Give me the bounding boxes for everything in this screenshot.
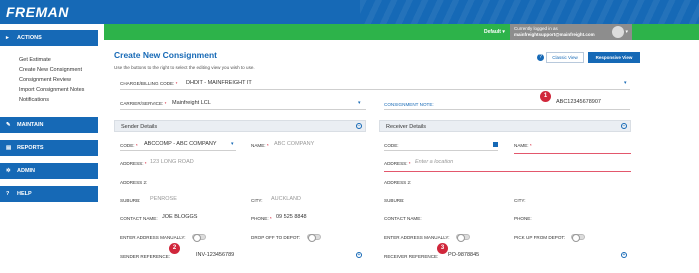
avatar[interactable] [612, 26, 624, 38]
sidebar-link-import-notes[interactable]: Import Consignment Notes [19, 87, 84, 93]
sender-phone-label: PHONE: * [251, 216, 272, 221]
sender-address2-label: ADDRESS 2: [120, 180, 148, 185]
sender-phone-field[interactable]: 09 525 8848 [276, 214, 307, 220]
sidebar-link-consignment-review[interactable]: Consignment Review [19, 77, 71, 83]
charge-code-select[interactable]: DHDIT - MAINFREIGHT IT [186, 80, 252, 86]
sidebar-maintain[interactable]: ✎ MAINTAIN [0, 117, 98, 133]
sidebar-actions[interactable]: ▸ ACTIONS [0, 30, 98, 46]
sender-manual-label: ENTER ADDRESS MANUALLY: [120, 235, 186, 240]
chevron-down-icon: ▾ [231, 141, 234, 147]
consignment-note-field[interactable]: ABC12345678907 [556, 99, 601, 105]
divider [120, 109, 366, 110]
divider [384, 109, 630, 110]
receiver-address2-label: ADDRESS 2: [384, 180, 412, 185]
sender-reference-field[interactable]: INV-123456789 [196, 252, 234, 258]
gear-icon: ✲ [6, 168, 11, 174]
receiver-address-label: ADDRESS: * [384, 161, 411, 166]
pencil-icon: ✎ [6, 122, 11, 128]
receiver-manual-label: ENTER ADDRESS MANUALLY: [384, 235, 450, 240]
divider [384, 171, 631, 172]
receiver-manual-toggle[interactable] [456, 234, 470, 242]
chevron-down-icon: ▾ [625, 29, 628, 35]
divider [384, 150, 498, 151]
sender-manual-toggle[interactable] [192, 234, 206, 242]
sidebar-link-notifications[interactable]: Notifications [19, 97, 49, 103]
question-icon[interactable]: ? [537, 54, 544, 61]
sender-suburb-field[interactable]: PENROSE [150, 196, 177, 202]
sender-city-field[interactable]: AUCKLAND [271, 196, 301, 202]
dropoff-toggle[interactable] [307, 234, 321, 242]
sender-suburb-label: SUBURB: [120, 198, 141, 203]
sender-reference-label: SENDER REFERENCE: [120, 254, 171, 259]
callout-badge-3: 3 [437, 243, 448, 254]
divider [120, 89, 630, 90]
sender-address-field[interactable]: 123 LONG ROAD [150, 159, 194, 165]
carrier-label: CARRIER/SERVICE: * [120, 101, 167, 106]
collapse-icon[interactable]: − [621, 123, 627, 129]
sender-name-label: NAME: * [251, 143, 269, 148]
sidebar-help[interactable]: ? HELP [0, 186, 98, 202]
carrier-select[interactable]: Mainfreight LCL [172, 100, 211, 106]
receiver-city-label: CITY: [514, 198, 526, 203]
receiver-reference-label: RECEIVER REFERENCE: [384, 254, 439, 259]
receiver-address-field[interactable]: Enter a location [415, 159, 453, 165]
receiver-phone-label: PHONE: [514, 216, 532, 221]
receiver-name-field[interactable] [514, 153, 631, 154]
receiver-name-label: NAME: * [514, 143, 532, 148]
user-email: mainfreightsupport@mainfreight.com [514, 32, 595, 37]
sender-contact-label: CONTACT NAME: [120, 216, 158, 221]
sender-details-header[interactable]: Sender Details [114, 120, 366, 132]
divider [120, 150, 236, 151]
collapse-icon[interactable]: − [356, 123, 362, 129]
main-content: Create New Consignment Use the buttons t… [104, 40, 699, 273]
sidebar: ▸ ACTIONS Get Estimate Create New Consign… [0, 24, 104, 273]
brand-logo[interactable]: FREMAN [6, 4, 69, 20]
sidebar-reports[interactable]: ▤ REPORTS [0, 140, 98, 156]
receiver-reference-field[interactable]: PO-9878845 [448, 252, 479, 258]
save-icon[interactable] [493, 142, 498, 147]
sender-code-select[interactable]: ABCCOMP - ABC COMPANY [144, 141, 217, 147]
callout-badge-2: 2 [169, 243, 180, 254]
chevron-down-icon: ▾ [624, 80, 627, 86]
chevron-right-icon: ▸ [6, 35, 9, 41]
sender-city-label: CITY: [251, 198, 263, 203]
pickup-label: PICK UP FROM DEPOT: [514, 235, 565, 240]
add-reference-icon[interactable]: + [356, 252, 362, 258]
page-title: Create New Consignment [114, 50, 217, 60]
dropoff-label: DROP OFF TO DEPOT: [251, 235, 301, 240]
sidebar-admin[interactable]: ✲ ADMIN [0, 163, 98, 179]
default-dropdown[interactable]: Default ▾ [480, 27, 509, 37]
receiver-suburb-label: SUBURB: [384, 198, 405, 203]
pickup-toggle[interactable] [571, 234, 585, 242]
sender-name-field[interactable]: ABC COMPANY [274, 141, 314, 147]
sender-address-label: ADDRESS: * [120, 161, 147, 166]
classic-view-button[interactable]: Classic View [546, 52, 584, 63]
consignment-note-label: CONSIGNMENT NOTE: [384, 102, 434, 107]
document-icon: ▤ [6, 145, 12, 151]
callout-badge-1: 1 [540, 91, 551, 102]
responsive-view-button[interactable]: Responsive View [588, 52, 640, 63]
help-icon: ? [6, 191, 10, 197]
receiver-contact-label: CONTACT NAME: [384, 216, 422, 221]
chevron-down-icon: ▾ [358, 100, 361, 106]
receiver-details-header[interactable]: Receiver Details [379, 120, 631, 132]
charge-code-label: CHARGE/BILLING CODE: * [120, 81, 178, 86]
sender-code-label: CODE: * [120, 143, 138, 148]
page-subtitle: Use the buttons to the right to select t… [114, 65, 255, 70]
header-pattern [360, 0, 699, 24]
receiver-code-label: CODE: [384, 143, 399, 148]
sender-contact-field[interactable]: JOE BLOGGS [162, 214, 197, 220]
sidebar-link-get-estimate[interactable]: Get Estimate [19, 57, 51, 63]
add-reference-icon[interactable]: + [621, 252, 627, 258]
top-bar: FREMAN [0, 0, 699, 24]
sidebar-link-create-consignment[interactable]: Create New Consignment [19, 67, 82, 73]
